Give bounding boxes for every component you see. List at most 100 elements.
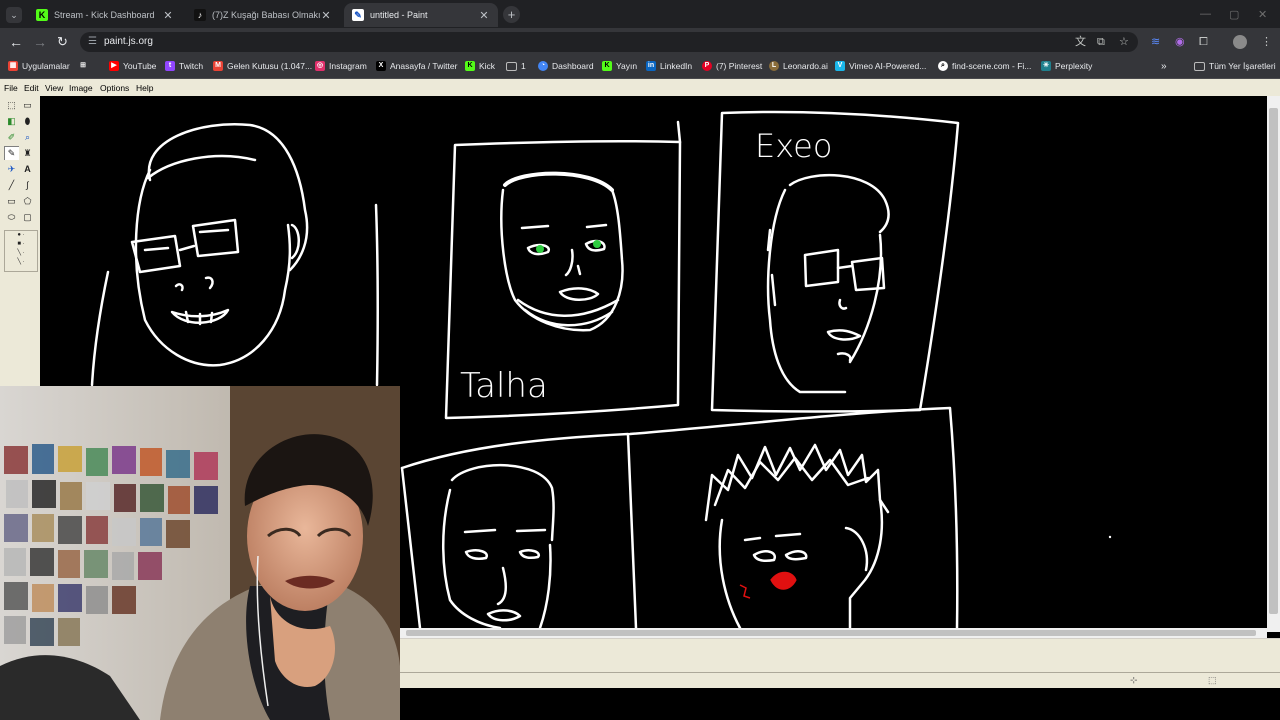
- bookmark-label: Uygulamalar: [22, 61, 70, 71]
- bookmark-pinterest[interactable]: P (7) Pinterest: [702, 61, 762, 71]
- polygon-tool-icon[interactable]: ⬠: [20, 194, 35, 208]
- vertical-scroll-thumb[interactable]: [1269, 108, 1278, 614]
- tab-title: (7)Z Kuşağı Babası Olmakı Kom: [212, 10, 320, 20]
- maximize-icon[interactable]: ▢: [1229, 8, 1239, 21]
- more-bookmarks-chevron-icon[interactable]: »: [1161, 61, 1167, 72]
- magnifier-tool-icon[interactable]: ⌕: [20, 130, 35, 144]
- tab-kick-dashboard[interactable]: K Stream - Kick Dashboard ✕: [28, 3, 182, 27]
- brush-tool-icon[interactable]: ♜: [20, 146, 35, 160]
- close-tab-icon[interactable]: ✕: [320, 9, 332, 22]
- bookmark-label: Kick: [479, 61, 496, 71]
- bookmark-label: Vimeo AI-Powered...: [849, 61, 927, 71]
- free-select-tool-icon[interactable]: ⬚: [4, 98, 19, 112]
- tab-tiktok[interactable]: ♪ (7)Z Kuşağı Babası Olmakı Kom ✕: [186, 3, 340, 27]
- curve-tool-icon[interactable]: ∫: [20, 178, 35, 192]
- extension-wave-icon[interactable]: ≋: [1151, 35, 1160, 49]
- bookmark-label: 1: [521, 61, 526, 71]
- bookmark-kick[interactable]: K Kick: [465, 61, 495, 71]
- color-picker-tool-icon[interactable]: ✐: [4, 130, 19, 144]
- tab-search-chevron-icon[interactable]: ⌄: [6, 7, 22, 23]
- browser-tab-bar: ⌄ K Stream - Kick Dashboard ✕ ♪ (7)Z Kuş…: [0, 0, 1280, 28]
- rectangle-tool-icon[interactable]: ▭: [4, 194, 19, 208]
- extensions-puzzle-icon[interactable]: ⧠: [1199, 35, 1208, 49]
- bookmark-dashboard[interactable]: ◔ Dashboard: [538, 61, 594, 71]
- address-bar[interactable]: ☰ paint.js.org: [80, 32, 1138, 52]
- bookmark-twitch[interactable]: t Twitch: [165, 61, 203, 71]
- grid-icon: ⊞: [80, 62, 86, 69]
- menu-help[interactable]: Help: [136, 83, 153, 93]
- bookmark-label: Yayın: [616, 61, 638, 71]
- tab-paint[interactable]: ✎ untitled - Paint ✕: [344, 3, 498, 27]
- ellipse-tool-icon[interactable]: ⬭: [4, 210, 19, 224]
- tab-title: Stream - Kick Dashboard: [54, 10, 155, 20]
- menu-options[interactable]: Options: [100, 83, 129, 93]
- canvas-horizontal-scrollbar[interactable]: [400, 628, 1267, 638]
- profile-avatar[interactable]: [1233, 35, 1247, 49]
- bookmark-vimeo[interactable]: V Vimeo AI-Powered...: [835, 61, 926, 71]
- fill-bucket-tool-icon[interactable]: ⬮: [20, 114, 35, 128]
- bookmark-instagram[interactable]: ◎ Instagram: [315, 61, 367, 71]
- bookmark-label: Instagram: [329, 61, 367, 71]
- forward-arrow-icon[interactable]: →: [33, 34, 47, 50]
- text-tool-icon[interactable]: A: [20, 162, 35, 176]
- paint-statusbar: ⊹ ⬚: [400, 672, 1280, 689]
- bookmark-youtube[interactable]: ▶ YouTube: [109, 61, 156, 71]
- label-talha: Talha: [460, 366, 548, 406]
- cursor-position-icon: ⊹: [1130, 675, 1138, 685]
- site-info-icon[interactable]: ☰: [88, 32, 97, 52]
- close-tab-icon[interactable]: ✕: [478, 9, 490, 22]
- menu-kebab-icon[interactable]: ⋮: [1261, 35, 1272, 49]
- all-bookmarks-folder[interactable]: Tüm Yer İşaretleri: [1194, 61, 1276, 71]
- instagram-icon: ◎: [315, 61, 325, 71]
- menu-view[interactable]: View: [45, 83, 63, 93]
- menu-file[interactable]: File: [4, 83, 18, 93]
- reload-icon[interactable]: ↻: [57, 34, 68, 50]
- url-text: paint.js.org: [104, 36, 153, 47]
- kick-logo-icon: K: [36, 9, 48, 21]
- bookmark-grid[interactable]: ⊞: [78, 61, 92, 71]
- eraser-tool-icon[interactable]: ◧: [4, 114, 19, 128]
- bookmark-leonardo[interactable]: L Leonardo.ai: [769, 61, 828, 71]
- menu-edit[interactable]: Edit: [24, 83, 39, 93]
- bookmark-star-icon[interactable]: ☆: [1119, 35, 1129, 49]
- tiktok-icon: ♪: [194, 9, 206, 21]
- pencil-tool-icon[interactable]: ✎: [4, 146, 19, 160]
- bookmark-gmail[interactable]: M Gelen Kutusu (1.047...: [213, 61, 312, 71]
- bookmark-yayin[interactable]: K Yayın: [602, 61, 637, 71]
- drawing-face-glasses-1: [90, 123, 379, 387]
- bookmark-label: find-scene.com - Fi...: [952, 61, 1032, 71]
- paint-icon: ✎: [352, 9, 364, 21]
- paint-toolbox: ⬚ ▭ ◧ ⬮ ✐ ⌕ ✎ ♜ ✈ A ╱ ∫ ▭ ⬠ ⬭ ▢ ● · ■ · ╲ …: [0, 96, 41, 386]
- gmail-icon: M: [213, 61, 223, 71]
- horizontal-scroll-thumb[interactable]: [406, 630, 1256, 636]
- bookmark-perplexity[interactable]: ✳ Perplexity: [1041, 61, 1092, 71]
- menu-image[interactable]: Image: [69, 83, 93, 93]
- tool-options-panel[interactable]: ● · ■ · ╲ · ╲ ·: [4, 230, 38, 272]
- bookmark-find-scene[interactable]: ⌕ find-scene.com - Fi...: [938, 61, 1031, 71]
- bookmark-folder-1[interactable]: 1: [506, 61, 526, 71]
- webcam-overlay: [0, 386, 400, 720]
- bookmark-label: YouTube: [123, 61, 157, 71]
- bookmark-label: Gelen Kutusu (1.047...: [227, 61, 313, 71]
- line-tool-icon[interactable]: ╱: [4, 178, 19, 192]
- youtube-icon: ▶: [109, 61, 119, 71]
- rect-select-tool-icon[interactable]: ▭: [20, 98, 35, 112]
- bookmark-label: Dashboard: [552, 61, 594, 71]
- new-tab-button[interactable]: +: [503, 6, 520, 23]
- airbrush-tool-icon[interactable]: ✈: [4, 162, 19, 176]
- rounded-rect-tool-icon[interactable]: ▢: [20, 210, 35, 224]
- stray-dot: [1108, 535, 1112, 539]
- bookmark-twitter[interactable]: X Anasayfa / Twitter: [376, 61, 457, 71]
- tab-title: untitled - Paint: [370, 10, 428, 20]
- folder-icon: [506, 61, 517, 71]
- bookmark-apps[interactable]: ▦ Uygulamalar: [8, 61, 70, 71]
- canvas-vertical-scrollbar[interactable]: [1267, 96, 1280, 632]
- close-tab-icon[interactable]: ✕: [162, 9, 174, 22]
- extension-twitch-icon[interactable]: ◉: [1175, 35, 1185, 49]
- bookmark-linkedin[interactable]: in LinkedIn: [646, 61, 692, 71]
- close-window-icon[interactable]: ✕: [1258, 8, 1267, 21]
- install-app-icon[interactable]: ⧉: [1097, 35, 1105, 49]
- minimize-icon[interactable]: —: [1200, 8, 1211, 20]
- translate-icon[interactable]: 文: [1075, 35, 1086, 49]
- back-arrow-icon[interactable]: ←: [9, 34, 23, 50]
